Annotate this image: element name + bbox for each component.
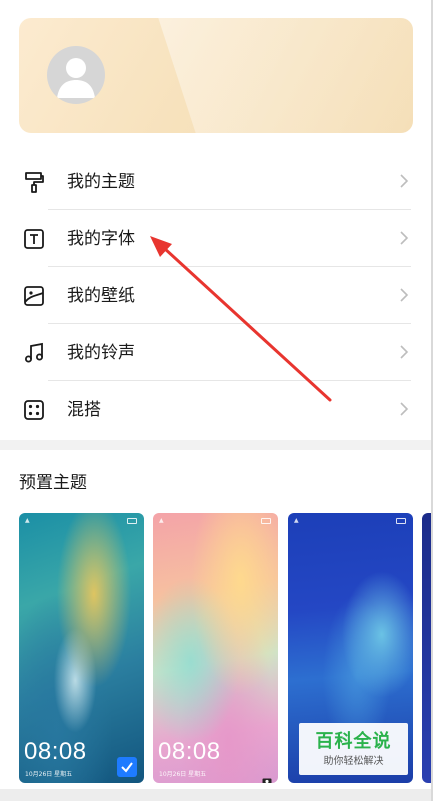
music-note-icon xyxy=(22,341,46,365)
menu-item-my-themes[interactable]: 我的主题 xyxy=(0,153,431,210)
chevron-right-icon xyxy=(399,401,409,417)
menu-list: 我的主题 我的字体 我的壁纸 我的铃声 混搭 xyxy=(0,153,431,438)
battery-icon xyxy=(127,518,137,524)
theme-date: 10月26日 星期五 xyxy=(159,771,207,778)
preset-themes-title: 预置主题 xyxy=(19,473,87,493)
signal-icon: ▲ xyxy=(25,517,30,524)
signal-icon: ▲ xyxy=(159,517,164,524)
image-icon xyxy=(22,284,46,308)
bottom-strip xyxy=(0,789,433,801)
theme-clock: 08:08 xyxy=(158,738,221,765)
profile-card[interactable] xyxy=(19,18,413,133)
theme-app-my-page: 我的主题 我的字体 我的壁纸 我的铃声 混搭 预置主题 ▲ 08:08 10月2… xyxy=(0,0,433,801)
camera-icon xyxy=(262,770,272,783)
theme-card[interactable]: ▲ 08:08 10月26日 星期五 xyxy=(19,513,144,783)
chevron-right-icon xyxy=(399,344,409,360)
menu-item-label: 我的主题 xyxy=(67,172,135,192)
card-sheen xyxy=(155,18,413,133)
theme-date: 10月26日 星期五 xyxy=(25,771,73,778)
watermark: 百科全说 助你轻松解决 xyxy=(299,723,408,775)
menu-item-label: 我的壁纸 xyxy=(67,286,135,306)
selected-check-icon xyxy=(117,757,137,777)
menu-item-label: 混搭 xyxy=(67,400,101,420)
watermark-subtitle: 助你轻松解决 xyxy=(323,756,384,767)
menu-item-mix[interactable]: 混搭 xyxy=(0,381,431,438)
chevron-right-icon xyxy=(399,230,409,246)
menu-item-label: 我的铃声 xyxy=(67,343,135,363)
signal-icon: ▲ xyxy=(294,517,299,524)
theme-card[interactable]: ▲ 08:08 10月26日 星期五 xyxy=(153,513,278,783)
watermark-title: 百科全说 xyxy=(315,731,392,752)
chevron-right-icon xyxy=(399,287,409,303)
menu-item-label: 我的字体 xyxy=(67,229,135,249)
chevron-right-icon xyxy=(399,173,409,189)
user-avatar-icon[interactable] xyxy=(47,46,105,104)
menu-item-my-fonts[interactable]: 我的字体 xyxy=(0,210,431,267)
section-divider xyxy=(0,440,431,450)
theme-clock: 08:08 xyxy=(24,738,87,765)
battery-icon xyxy=(396,518,406,524)
font-t-icon xyxy=(22,227,46,251)
paint-brush-icon xyxy=(22,170,46,194)
battery-icon xyxy=(261,518,271,524)
menu-item-my-wallpapers[interactable]: 我的壁纸 xyxy=(0,267,431,324)
dice-mix-icon xyxy=(22,398,46,422)
menu-item-my-ringtones[interactable]: 我的铃声 xyxy=(0,324,431,381)
